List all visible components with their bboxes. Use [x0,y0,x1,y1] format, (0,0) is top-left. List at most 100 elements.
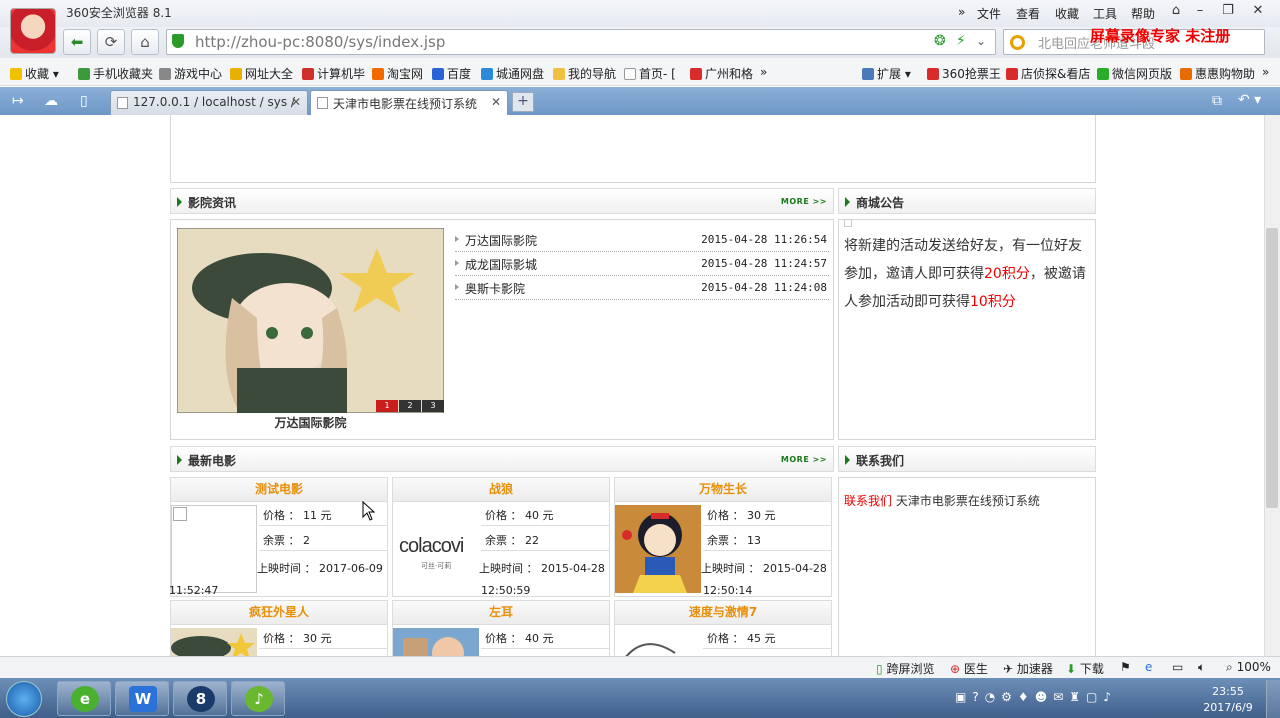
tab-cinema[interactable]: 天津市电影票在线预订系统 ✕ [310,90,508,115]
doctor-button[interactable]: ⊕ 医生 [950,660,988,677]
movie-poster[interactable] [171,505,257,593]
new-tab-button[interactable]: + [512,92,534,112]
bookmark-shop[interactable]: 店侦探&看店 [1006,65,1090,82]
menu-tools[interactable]: 工具 [1093,5,1117,22]
url-text[interactable]: http://zhou-pc:8080/sys/index.jsp [195,33,445,51]
news-item[interactable]: 万达国际影院 2015-04-28 11:26:54 [454,228,829,252]
tabs-list-icon[interactable]: ⧉ [1212,93,1222,109]
movie-poster[interactable] [393,628,479,656]
chevron-icon[interactable]: » [958,5,965,19]
skin-icon[interactable]: ⌂ [1166,3,1186,21]
news-more-link[interactable]: MORE >> [781,197,827,206]
rocket-icon: ✈ [1003,662,1014,676]
bookmark-sites[interactable]: 网址大全 [230,65,293,82]
bookmark-extensions[interactable]: 扩展 ▾ [862,65,911,82]
slider-dot-2[interactable]: 2 [399,400,421,412]
home-button[interactable]: ⌂ [131,29,159,55]
back-button[interactable]: ⬅ [63,29,91,55]
movie-card[interactable]: 左耳 价格 ： 40 元 [392,600,610,656]
menu-view[interactable]: 查看 [1016,5,1040,22]
page-content: 影院资讯 MORE >> 1 2 3 万达国际影院 万达国际影院 2015-04-… [0,115,1280,656]
chevron-down-icon[interactable]: ⌄ [976,34,986,48]
news-item[interactable]: 成龙国际影城 2015-04-28 11:24:57 [454,252,829,276]
bookmark-ctdisk[interactable]: 城通网盘 [481,65,544,82]
download-button[interactable]: ⬇ 下载 [1066,660,1104,677]
movie-title[interactable]: 疯狂外星人 [171,601,387,625]
menu-file[interactable]: 文件 [977,5,1001,22]
movie-card[interactable]: 战狼 colacovi 可丝·可莉 价格 ： 40 元 余票 ： 22 上映时间… [392,477,610,597]
bookmark-cs[interactable]: 计算机毕 [302,65,365,82]
menu-favorites[interactable]: 收藏 [1055,5,1079,22]
movie-title[interactable]: 战狼 [393,478,609,502]
movie-poster[interactable]: colacovi 可丝·可莉 [393,505,479,593]
news-slider-image[interactable] [177,228,444,413]
contact-link[interactable]: 联系我们 [844,494,892,508]
speaker-icon[interactable]: 🔈︎ [1198,660,1205,675]
search-engine-icon[interactable] [1010,35,1025,50]
phone-icon[interactable]: ▯ [80,93,88,109]
bookmark-gz[interactable]: 广州和格 [690,65,753,82]
bookmark-wechat[interactable]: 微信网页版 [1097,65,1172,82]
bookmarks-more-icon[interactable]: » [760,65,767,79]
start-button[interactable] [6,681,42,717]
news-item[interactable]: 奥斯卡影院 2015-04-28 11:24:08 [454,276,829,300]
bookmark-favorites[interactable]: 收藏 ▾ [10,65,59,82]
zoom-control[interactable]: ⌕ 100% [1226,660,1271,675]
slider-dot-1[interactable]: 1 [376,400,398,412]
movie-title[interactable]: 万物生长 [615,478,831,502]
bookmark-home[interactable]: 首页- [ [624,65,676,82]
bookmark-mobile[interactable]: 手机收藏夹 [78,65,153,82]
tab-localhost[interactable]: 127.0.0.1 / localhost / sys / ✕ [110,90,308,115]
paw-icon [432,68,444,80]
download-icon: ⬇ [1066,662,1077,676]
restore-button[interactable]: ❐ [1218,3,1238,21]
window-icon[interactable]: ▭ [1172,660,1183,674]
cross-screen-button[interactable]: ▯ 跨屏浏览 [876,660,934,677]
sidebar-toggle-icon[interactable]: ↦ [12,93,24,109]
movie-card[interactable]: 万物生长 价格 ： 30 元 余票 ： 13 上映时间 ： 2015-04-28… [614,477,832,597]
refresh-button[interactable]: ⟳ [97,29,125,55]
accelerator-button[interactable]: ✈ 加速器 [1003,660,1053,677]
taskbar-player[interactable]: ♪ [231,681,285,716]
bookmark-tickets[interactable]: 360抢票王 [927,65,1001,82]
bookmark-baidu[interactable]: 百度 [432,65,471,82]
movie-poster[interactable] [171,628,257,656]
movies-more-link[interactable]: MORE >> [781,455,827,464]
menu-help[interactable]: 帮助 [1131,5,1155,22]
movie-title[interactable]: 左耳 [393,601,609,625]
bookmark-games[interactable]: 游戏中心 [159,65,222,82]
scrollbar-thumb[interactable] [1266,228,1278,508]
slider-dot-3[interactable]: 3 [422,400,444,412]
bolt-icon[interactable]: ⚡ [956,33,966,49]
movie-poster[interactable] [615,628,701,656]
user-avatar[interactable] [10,8,56,54]
system-tray-icons[interactable]: ▣?◔⚙♦☻✉♜▢♪ [955,690,1117,704]
close-button[interactable]: ✕ [1248,3,1268,21]
bookmark-huihui[interactable]: 惠惠购物助 [1180,65,1255,82]
minimize-button[interactable]: – [1190,3,1210,21]
ie-icon[interactable]: e [1145,660,1152,674]
movie-poster[interactable] [615,505,701,593]
sync-icon[interactable]: ❂ [934,33,946,49]
movie-title[interactable]: 测试电影 [171,478,387,502]
shield-icon [172,34,184,48]
taskbar-word[interactable]: W [115,681,169,716]
cloud-icon[interactable]: ☁ [44,93,58,109]
movie-card[interactable]: 速度与激情7 价格 ： 45 元 [614,600,832,656]
taskbar-eclipse[interactable]: 8 [173,681,227,716]
show-desktop-button[interactable] [1266,680,1280,718]
bookmark-taobao[interactable]: 淘宝网 [372,65,423,82]
movie-card[interactable]: 疯狂外星人 价格 ： 30 元 [170,600,388,656]
globe-icon [230,68,242,80]
slider-caption: 万达国际影院 [274,416,347,430]
system-clock[interactable]: 23:55 2017/6/9 [1198,684,1258,716]
flag-icon[interactable]: ⚑ [1120,660,1131,674]
movie-card[interactable]: 测试电影 价格 ： 11 元 余票 ： 2 上映时间 ： 2017-06-09 … [169,477,388,597]
bookmark-nav[interactable]: 我的导航 [553,65,616,82]
bookmarks-right-more-icon[interactable]: » [1262,65,1269,79]
tab-close-icon[interactable]: ✕ [291,95,301,109]
undo-icon[interactable]: ↶ ▾ [1238,92,1261,108]
taskbar-browser[interactable]: e [57,681,111,716]
tab-close-icon[interactable]: ✕ [491,95,501,109]
movie-title[interactable]: 速度与激情7 [615,601,831,625]
